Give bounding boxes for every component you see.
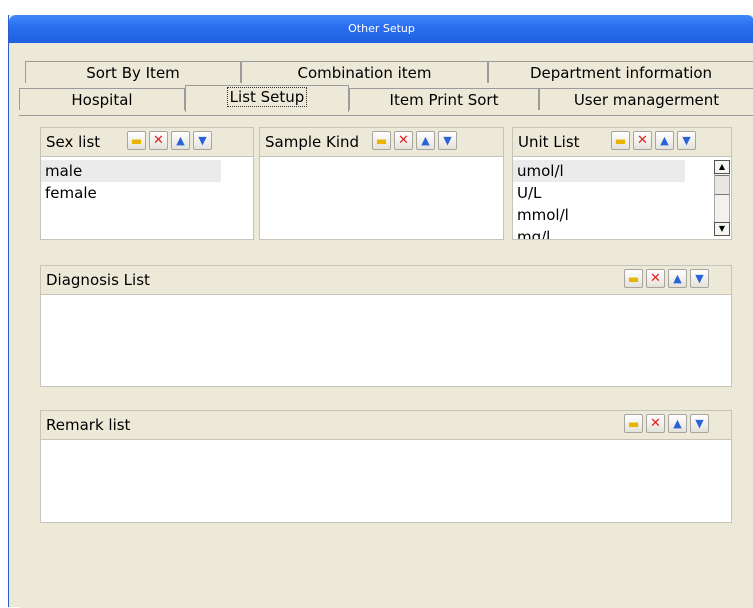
tab-user-managerment[interactable]: User managerment [539,88,753,110]
window-title: Other Setup [348,22,415,35]
sample-kind-move-up-button[interactable]: ▲ [416,131,435,150]
diagnosis-list-move-down-button[interactable]: ▼ [690,269,709,288]
sex-list-title: Sex list [46,133,101,151]
remark-list-panel: Remark list ▬ ✕ ▲ ▼ [40,410,732,523]
diagnosis-list-toolbar: ▬ ✕ ▲ ▼ [624,269,709,288]
tab-sort-by-item[interactable]: Sort By Item [25,61,241,83]
tab-list-setup-label: List Setup [226,87,308,107]
sex-list-move-up-button[interactable]: ▲ [171,131,190,150]
sex-list-panel: Sex list ▬ ✕ ▲ ▼ male female [40,127,254,240]
unit-list-panel: Unit List ▬ ✕ ▲ ▼ umol/l U/L mmol/l mg/l… [512,127,732,240]
sex-list-delete-button[interactable]: ✕ [149,131,168,150]
folder-icon: ▬ [627,416,640,431]
remark-list-box[interactable] [41,439,731,522]
scrollbar-thumb[interactable] [715,175,729,195]
scroll-down-arrow-icon[interactable]: ▼ [714,222,730,236]
arrow-down-icon: ▼ [198,134,207,147]
remark-list-delete-button[interactable]: ✕ [646,414,665,433]
list-item[interactable]: mg/l [513,226,731,239]
tab-combination-item[interactable]: Combination item [241,61,488,83]
remark-list-toolbar: ▬ ✕ ▲ ▼ [624,414,709,433]
tab-department-information[interactable]: Department information [488,61,753,83]
diagnosis-list-title: Diagnosis List [46,271,150,289]
unit-list-header: Unit List ▬ ✕ ▲ ▼ [513,128,731,154]
arrow-down-icon: ▼ [443,134,452,147]
arrow-up-icon: ▲ [673,417,682,430]
tab-hospital[interactable]: Hospital [19,88,185,110]
delete-icon: ✕ [398,133,409,148]
tab-item-print-sort[interactable]: Item Print Sort [349,88,539,110]
arrow-up-icon: ▲ [176,134,185,147]
arrow-down-icon: ▼ [695,272,704,285]
list-item[interactable]: female [41,182,253,204]
diagnosis-list-header: Diagnosis List ▬ ✕ ▲ ▼ [41,266,731,292]
unit-list-scrollbar[interactable]: ▲ ▼ [714,160,730,236]
unit-list-add-button[interactable]: ▬ [611,131,630,150]
delete-icon: ✕ [153,133,164,148]
unit-list-move-down-button[interactable]: ▼ [677,131,696,150]
diagnosis-list-delete-button[interactable]: ✕ [646,269,665,288]
folder-icon: ▬ [375,133,388,148]
sample-kind-move-down-button[interactable]: ▼ [438,131,457,150]
sample-kind-box[interactable] [260,156,503,239]
sex-list-header: Sex list ▬ ✕ ▲ ▼ [41,128,253,154]
delete-icon: ✕ [650,271,661,286]
tab-list-setup[interactable]: List Setup [185,85,349,112]
unit-list-move-up-button[interactable]: ▲ [655,131,674,150]
remark-list-move-up-button[interactable]: ▲ [668,414,687,433]
folder-icon: ▬ [130,133,143,148]
folder-icon: ▬ [627,271,640,286]
list-item[interactable]: U/L [513,182,731,204]
sample-kind-header: Sample Kind ▬ ✕ ▲ ▼ [260,128,503,154]
arrow-down-icon: ▼ [682,134,691,147]
sex-list-move-down-button[interactable]: ▼ [193,131,212,150]
arrow-up-icon: ▲ [673,272,682,285]
title-bar[interactable]: Other Setup [9,15,753,43]
unit-list-toolbar: ▬ ✕ ▲ ▼ [611,131,696,150]
arrow-down-icon: ▼ [695,417,704,430]
diagnosis-list-add-button[interactable]: ▬ [624,269,643,288]
remark-list-move-down-button[interactable]: ▼ [690,414,709,433]
list-item[interactable]: male [41,160,221,182]
remark-list-add-button[interactable]: ▬ [624,414,643,433]
remark-list-header: Remark list ▬ ✕ ▲ ▼ [41,411,731,437]
tab-row-1: Sort By Item Combination item Department… [19,61,753,83]
tab-row-2: Hospital List Setup Item Print Sort User… [19,85,753,112]
remark-list-title: Remark list [46,416,131,434]
scroll-up-arrow-icon[interactable]: ▲ [714,160,730,174]
sex-list-toolbar: ▬ ✕ ▲ ▼ [127,131,212,150]
sample-kind-add-button[interactable]: ▬ [372,131,391,150]
sample-kind-delete-button[interactable]: ✕ [394,131,413,150]
sample-kind-panel: Sample Kind ▬ ✕ ▲ ▼ [259,127,504,240]
arrow-up-icon: ▲ [660,134,669,147]
diagnosis-list-box[interactable] [41,294,731,386]
other-setup-window: Other Setup Sort By Item Combination ite… [8,15,753,608]
folder-icon: ▬ [614,133,627,148]
sample-kind-toolbar: ▬ ✕ ▲ ▼ [372,131,457,150]
diagnosis-list-move-up-button[interactable]: ▲ [668,269,687,288]
sex-list-box[interactable]: male female [41,156,253,239]
list-setup-page: Sex list ▬ ✕ ▲ ▼ male female Sample Kind [19,115,753,608]
diagnosis-list-panel: Diagnosis List ▬ ✕ ▲ ▼ [40,265,732,387]
list-item[interactable]: mmol/l [513,204,731,226]
unit-list-delete-button[interactable]: ✕ [633,131,652,150]
delete-icon: ✕ [650,416,661,431]
sample-kind-title: Sample Kind [265,133,360,151]
list-item[interactable]: umol/l [513,160,685,182]
unit-list-title: Unit List [518,133,580,151]
arrow-up-icon: ▲ [421,134,430,147]
unit-list-box[interactable]: umol/l U/L mmol/l mg/l ▲ ▼ [513,156,731,239]
delete-icon: ✕ [637,133,648,148]
sex-list-add-button[interactable]: ▬ [127,131,146,150]
